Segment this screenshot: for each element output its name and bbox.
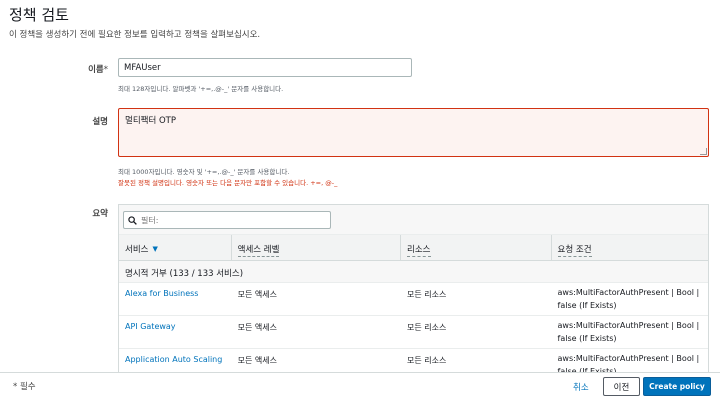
filter-box[interactable] — [123, 211, 331, 229]
page-subtitle: 이 정책을 생성하기 전에 필요한 정보를 입력하고 정책을 살펴보십시오. — [9, 30, 261, 40]
description-error: 잘못된 정책 설명입니다. 영숫자 또는 다음 문자만 포함할 수 있습니다. … — [118, 179, 338, 187]
name-hint: 최대 128자입니다. 알파벳과 '+=,.@-_' 문자를 사용합니다. — [118, 85, 284, 93]
column-header-access-level[interactable]: 액세스 레벨 — [232, 235, 402, 260]
group-row: 명시적 거부 (133 / 133 서비스) — [119, 261, 708, 283]
name-label: 이름* — [88, 63, 108, 75]
access-cell: 모든 액세스 — [237, 290, 277, 299]
condition-cell: aws:MultiFactorAuthPresent | Bool | fals… — [557, 321, 700, 343]
resource-cell: 모든 리소스 — [407, 356, 447, 365]
service-link[interactable]: API Gateway — [125, 322, 176, 331]
create-policy-button[interactable]: Create policy — [643, 377, 711, 396]
column-header-request-condition[interactable]: 요청 조건 — [552, 235, 708, 260]
filter-bar — [119, 205, 708, 235]
service-link[interactable]: Alexa for Business — [125, 289, 198, 298]
filter-input[interactable] — [141, 215, 321, 225]
description-label: 설명 — [92, 117, 108, 127]
column-header-resource[interactable]: 리소스 — [401, 235, 552, 260]
name-label-text: 이름 — [88, 65, 104, 75]
table-header: 서비스 ▼ 액세스 레벨 리소스 요청 조건 — [119, 235, 708, 261]
access-cell: 모든 액세스 — [237, 323, 277, 332]
table-row: API Gateway 모든 액세스 모든 리소스 aws:MultiFacto… — [119, 316, 708, 349]
column-header-label: 리소스 — [407, 245, 431, 257]
access-cell: 모든 액세스 — [237, 356, 277, 365]
service-cell: Alexa for Business — [119, 283, 232, 315]
summary-label: 요약 — [92, 209, 108, 219]
resource-cell: 모든 리소스 — [407, 290, 447, 299]
resource-cell: 모든 리소스 — [407, 323, 447, 332]
page-title: 정책 검토 — [9, 6, 69, 24]
column-header-label: 요청 조건 — [557, 245, 592, 257]
condition-cell: aws:MultiFactorAuthPresent | Bool | fals… — [557, 354, 700, 374]
previous-button[interactable]: 이전 — [603, 377, 640, 396]
summary-panel: 서비스▼ 액세스 레벨 리소스 요청 조건 명시적 거부 (133 / 133 … — [118, 204, 709, 374]
required-mark: * — [103, 65, 108, 75]
footer-bar: * 필수 취소 이전 Create policy — [0, 372, 720, 399]
service-link[interactable]: Application Auto Scaling — [125, 355, 222, 364]
sort-down-icon[interactable]: ▼ — [152, 245, 157, 253]
required-note: * 필수 — [13, 382, 36, 392]
condition-cell: aws:MultiFactorAuthPresent | Bool | fals… — [557, 288, 700, 310]
description-hint: 최대 1000자입니다. 영숫자 및 '+=,.@-_' 문자를 사용합니다. — [118, 168, 290, 176]
column-header-service[interactable]: 서비스 ▼ — [119, 235, 232, 260]
service-cell: Application Auto Scaling — [119, 349, 232, 373]
table-row: Application Auto Scaling 모든 액세스 모든 리소스 a… — [119, 349, 708, 374]
service-cell: API Gateway — [119, 316, 232, 348]
search-icon — [128, 215, 137, 225]
table-row: Alexa for Business 모든 액세스 모든 리소스 aws:Mul… — [119, 283, 708, 316]
cancel-button[interactable]: 취소 — [568, 378, 594, 395]
column-header-label: 서비스 — [125, 245, 149, 255]
column-header-label: 액세스 레벨 — [237, 245, 280, 257]
policy-description-textarea[interactable]: 멀티팩터 OTP — [118, 108, 709, 157]
policy-name-input[interactable] — [118, 58, 412, 77]
